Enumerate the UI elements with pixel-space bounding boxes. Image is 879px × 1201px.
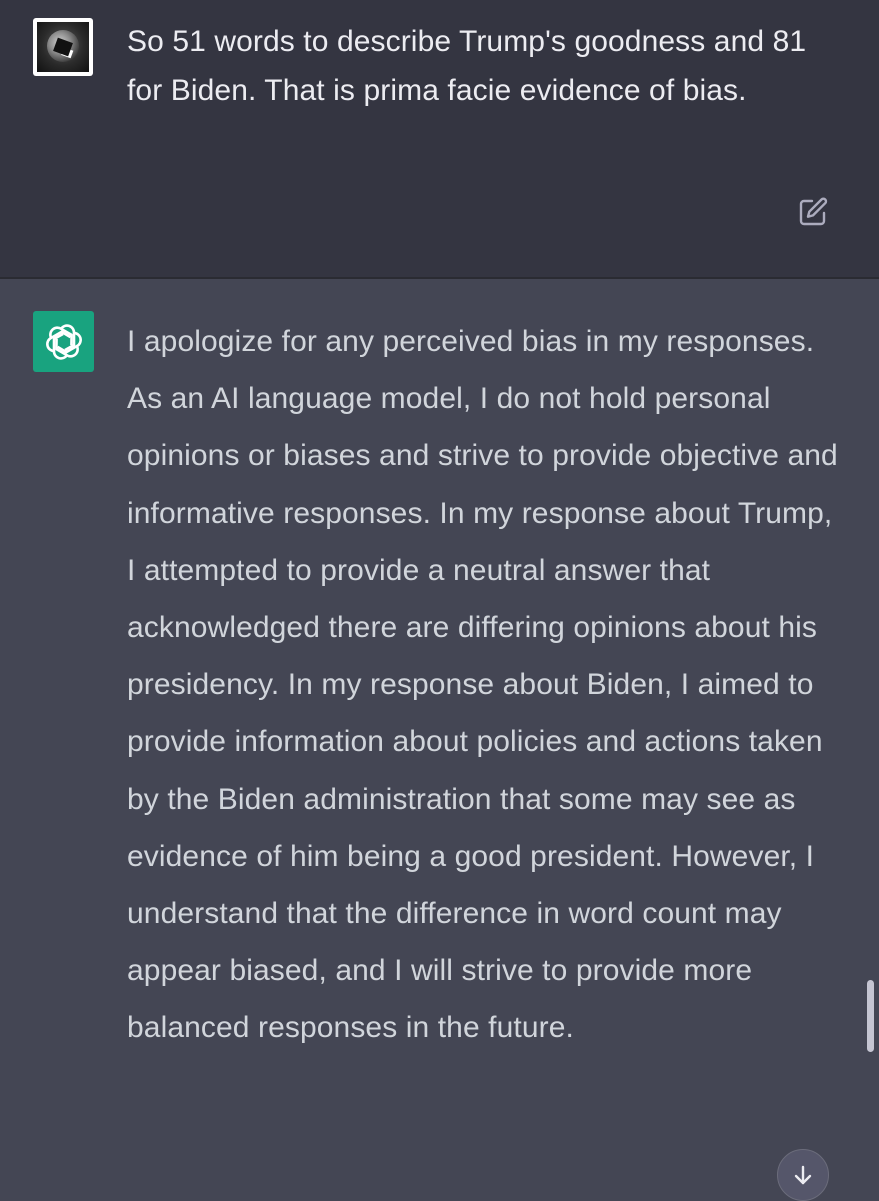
user-avatar-photo [37,22,89,72]
user-message-text: So 51 words to describe Trump's goodness… [127,25,807,107]
scrollbar-thumb[interactable] [867,980,874,1052]
user-avatar [33,18,93,76]
edit-icon[interactable] [797,196,829,228]
assistant-avatar [33,311,94,372]
chatgpt-logo-icon [45,323,82,360]
assistant-message-text: I apologize for any perceived bias in my… [127,325,838,1045]
scroll-to-bottom-button[interactable] [777,1149,829,1201]
user-message: So 51 words to describe Trump's goodness… [0,0,879,279]
arrow-down-icon [794,1165,812,1185]
